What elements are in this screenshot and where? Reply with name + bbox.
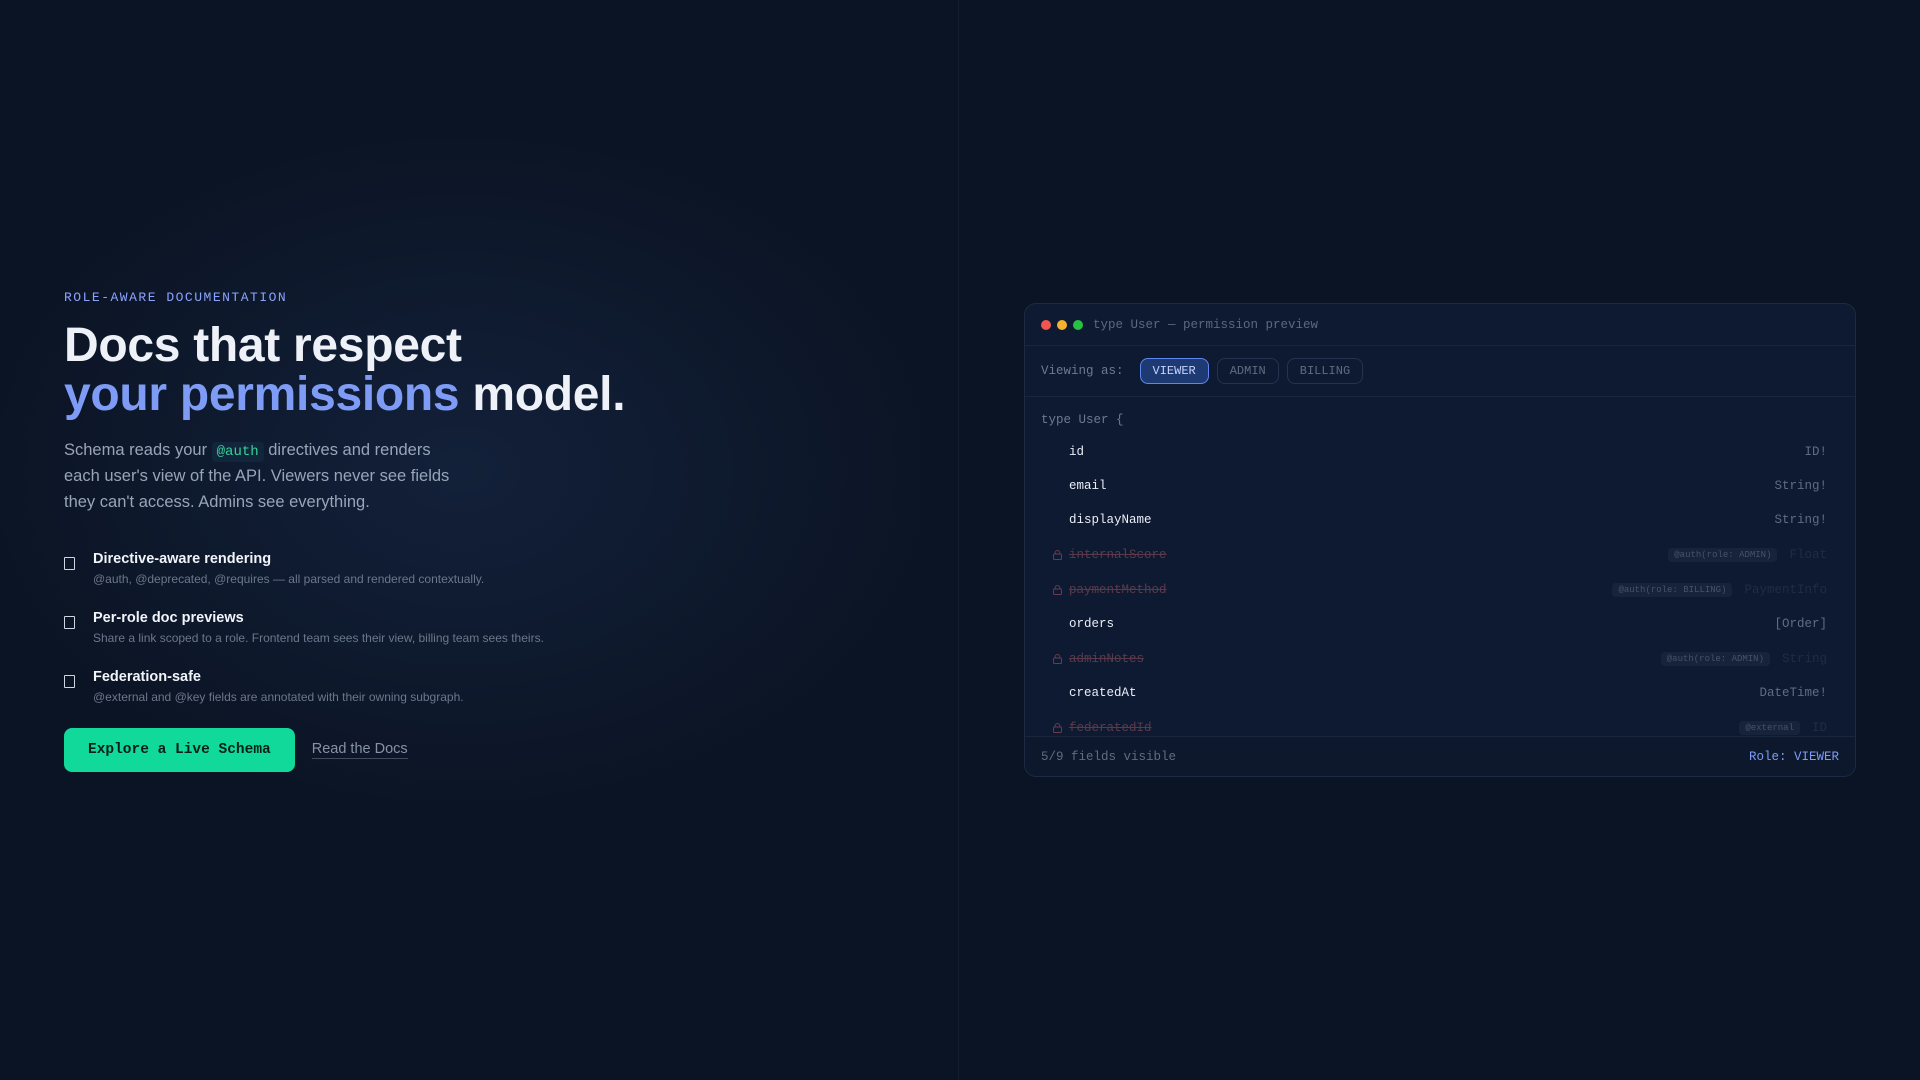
- field-type: ID!: [1804, 445, 1827, 459]
- field-type: String!: [1774, 479, 1827, 493]
- headline-tail: model.: [459, 368, 626, 421]
- feature-item: Federation-safe @external and @key field…: [64, 667, 904, 705]
- field-name: adminNotes: [1069, 651, 1145, 666]
- field-name: paymentMethod: [1069, 582, 1167, 597]
- auth-code-chip: @auth: [211, 442, 264, 462]
- lock-icon: [1053, 720, 1069, 736]
- feature-description: Share a link scoped to a role. Frontend …: [93, 631, 544, 645]
- current-role-indicator: Role: VIEWER: [1748, 749, 1839, 764]
- headline-line-1: Docs that respect: [64, 319, 462, 372]
- locked-field-row: paymentMethod @auth(role: BILLING) Payme…: [1041, 572, 1827, 607]
- feature-item: Per-role doc previews Share a link scope…: [64, 608, 904, 646]
- field-name: id: [1069, 445, 1085, 459]
- panel-titlebar: type User — permission preview: [1025, 304, 1855, 346]
- field-name: federatedId: [1069, 720, 1152, 735]
- field-type: PaymentInfo: [1744, 582, 1827, 597]
- field-type: Float: [1789, 547, 1827, 562]
- lock-icon: [1053, 547, 1069, 563]
- page-headline: Docs that respect your permissions model…: [64, 321, 904, 419]
- auth-directive-badge: @auth(role: BILLING): [1612, 582, 1733, 597]
- auth-directive-badge: @auth(role: ADMIN): [1668, 547, 1778, 562]
- feature-item: Directive-aware rendering @auth, @deprec…: [64, 549, 904, 587]
- read-the-docs-link[interactable]: Read the Docs: [311, 741, 408, 759]
- lock-icon: [1053, 582, 1069, 598]
- subtext-before: Schema reads your: [64, 441, 212, 459]
- field-name: internalScore: [1069, 547, 1167, 562]
- hero-section: ROLE-AWARE DOCUMENTATION Docs that respe…: [64, 290, 904, 772]
- field-type: DateTime!: [1759, 686, 1827, 700]
- field-name: displayName: [1069, 513, 1152, 527]
- field-name: email: [1069, 479, 1107, 493]
- lock-icon: [1053, 651, 1069, 667]
- field-type: String!: [1774, 513, 1827, 527]
- feature-checkbox-icon: [64, 557, 75, 570]
- feature-title: Federation-safe: [93, 669, 201, 685]
- feature-description: @auth, @deprecated, @requires — all pars…: [93, 572, 485, 586]
- fields-visible-count: 5/9 fields visible: [1041, 749, 1177, 764]
- field-row: displayName String!: [1041, 503, 1827, 537]
- panel-footer: 5/9 fields visible Role: VIEWER: [1025, 736, 1855, 776]
- field-type: [Order]: [1774, 617, 1827, 631]
- field-row: createdAt DateTime!: [1041, 676, 1827, 710]
- auth-directive-badge: @auth(role: ADMIN): [1660, 651, 1770, 666]
- section-divider: [958, 0, 959, 1080]
- role-tab-admin[interactable]: ADMIN: [1216, 358, 1279, 384]
- type-declaration: type User {: [1041, 413, 1124, 427]
- field-row: email String!: [1041, 469, 1827, 503]
- feature-checkbox-icon: [64, 616, 75, 629]
- field-row: id ID!: [1041, 435, 1827, 469]
- headline-accent: your permissions: [64, 368, 460, 421]
- field-row: orders [Order]: [1041, 607, 1827, 641]
- eyebrow-label: ROLE-AWARE DOCUMENTATION: [64, 290, 288, 305]
- feature-title: Per-role doc previews: [93, 610, 244, 626]
- hero-subtext: Schema reads your @auth directives and r…: [64, 437, 464, 515]
- field-name: orders: [1069, 617, 1115, 631]
- role-tab-viewer[interactable]: VIEWER: [1139, 358, 1209, 384]
- field-name: createdAt: [1069, 686, 1137, 700]
- minimize-dot-icon: [1057, 319, 1067, 330]
- schema-view: type User { id ID! email String! display…: [1025, 397, 1855, 738]
- feature-checkbox-icon: [64, 675, 75, 688]
- close-dot-icon: [1041, 319, 1051, 330]
- locked-field-row: internalScore @auth(role: ADMIN) Float: [1041, 537, 1827, 572]
- field-type: String: [1781, 651, 1827, 666]
- permission-preview-panel: type User — permission preview Viewing a…: [1024, 303, 1856, 777]
- role-switcher: Viewing as: VIEWER ADMIN BILLING: [1025, 346, 1855, 397]
- external-directive-badge: @external: [1739, 720, 1800, 735]
- feature-list: Directive-aware rendering @auth, @deprec…: [64, 549, 904, 705]
- viewing-as-label: Viewing as:: [1041, 364, 1124, 378]
- field-type: ID: [1811, 720, 1827, 735]
- cta-row: Explore a Live Schema Read the Docs: [64, 728, 904, 772]
- explore-live-schema-button[interactable]: Explore a Live Schema: [64, 728, 295, 772]
- feature-title: Directive-aware rendering: [93, 551, 272, 567]
- panel-title: type User — permission preview: [1093, 317, 1319, 332]
- feature-description: @external and @key fields are annotated …: [93, 690, 464, 704]
- locked-field-row: adminNotes @auth(role: ADMIN) String: [1041, 641, 1827, 676]
- role-tab-billing[interactable]: BILLING: [1286, 358, 1364, 384]
- maximize-dot-icon: [1073, 319, 1083, 330]
- locked-field-row: federatedId @external ID: [1041, 710, 1827, 738]
